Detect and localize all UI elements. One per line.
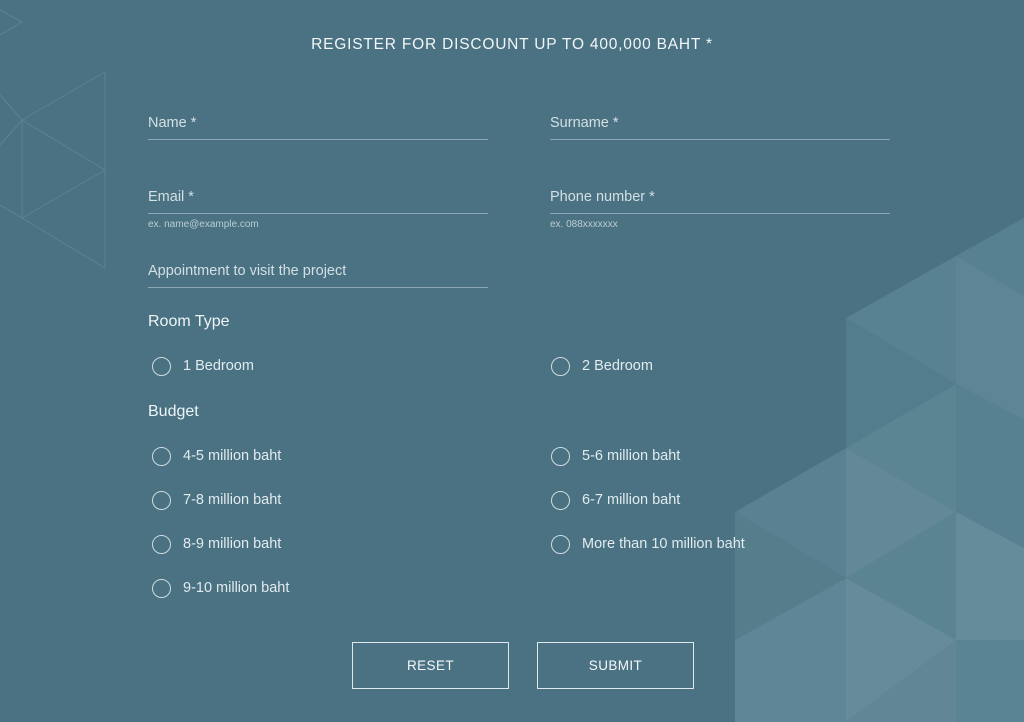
radio-label: 6-7 million baht bbox=[582, 492, 681, 508]
radio-label: 8-9 million baht bbox=[183, 536, 282, 552]
phone-input[interactable] bbox=[550, 184, 890, 214]
email-field: ex. name@example.com bbox=[148, 184, 488, 230]
budget-option-9-10m[interactable]: 9-10 million baht bbox=[152, 576, 289, 600]
radio-circle-icon[interactable] bbox=[152, 490, 171, 510]
room-type-option-1-bedroom[interactable]: 1 Bedroom bbox=[152, 354, 254, 378]
radio-label: 5-6 million baht bbox=[582, 448, 681, 464]
radio-label: 7-8 million baht bbox=[183, 492, 282, 508]
radio-circle-icon[interactable] bbox=[551, 446, 570, 466]
appointment-field bbox=[148, 258, 488, 288]
radio-circle-icon[interactable] bbox=[551, 490, 570, 510]
submit-button[interactable]: SUBMIT bbox=[537, 642, 694, 689]
name-field bbox=[148, 110, 488, 140]
radio-label: 2 Bedroom bbox=[582, 358, 653, 374]
radio-circle-icon[interactable] bbox=[551, 356, 570, 376]
budget-option-4-5m[interactable]: 4-5 million baht bbox=[152, 444, 281, 468]
phone-field: ex. 088xxxxxxx bbox=[550, 184, 890, 230]
budget-option-5-6m[interactable]: 5-6 million baht bbox=[551, 444, 680, 468]
radio-circle-icon[interactable] bbox=[551, 534, 570, 554]
radio-circle-icon[interactable] bbox=[152, 578, 171, 598]
radio-label: More than 10 million baht bbox=[582, 536, 745, 552]
room-type-heading: Room Type bbox=[148, 313, 230, 330]
surname-input[interactable] bbox=[550, 110, 890, 140]
radio-circle-icon[interactable] bbox=[152, 534, 171, 554]
radio-circle-icon[interactable] bbox=[152, 356, 171, 376]
reset-button[interactable]: RESET bbox=[352, 642, 509, 689]
name-input[interactable] bbox=[148, 110, 488, 140]
radio-label: 4-5 million baht bbox=[183, 448, 282, 464]
budget-option-7-8m[interactable]: 7-8 million baht bbox=[152, 488, 281, 512]
budget-option-more-than-10m[interactable]: More than 10 million baht bbox=[551, 532, 745, 556]
radio-circle-icon[interactable] bbox=[152, 446, 171, 466]
form-title: REGISTER FOR DISCOUNT UP TO 400,000 BAHT… bbox=[311, 36, 713, 53]
radio-label: 1 Bedroom bbox=[183, 358, 254, 374]
appointment-input[interactable] bbox=[148, 258, 488, 288]
radio-label: 9-10 million baht bbox=[183, 580, 290, 596]
room-type-option-2-bedroom[interactable]: 2 Bedroom bbox=[551, 354, 653, 378]
budget-heading: Budget bbox=[148, 403, 199, 420]
surname-field bbox=[550, 110, 890, 140]
phone-hint: ex. 088xxxxxxx bbox=[550, 219, 618, 230]
budget-option-8-9m[interactable]: 8-9 million baht bbox=[152, 532, 281, 556]
email-hint: ex. name@example.com bbox=[148, 219, 259, 230]
budget-option-6-7m[interactable]: 6-7 million baht bbox=[551, 488, 680, 512]
email-input[interactable] bbox=[148, 184, 488, 214]
